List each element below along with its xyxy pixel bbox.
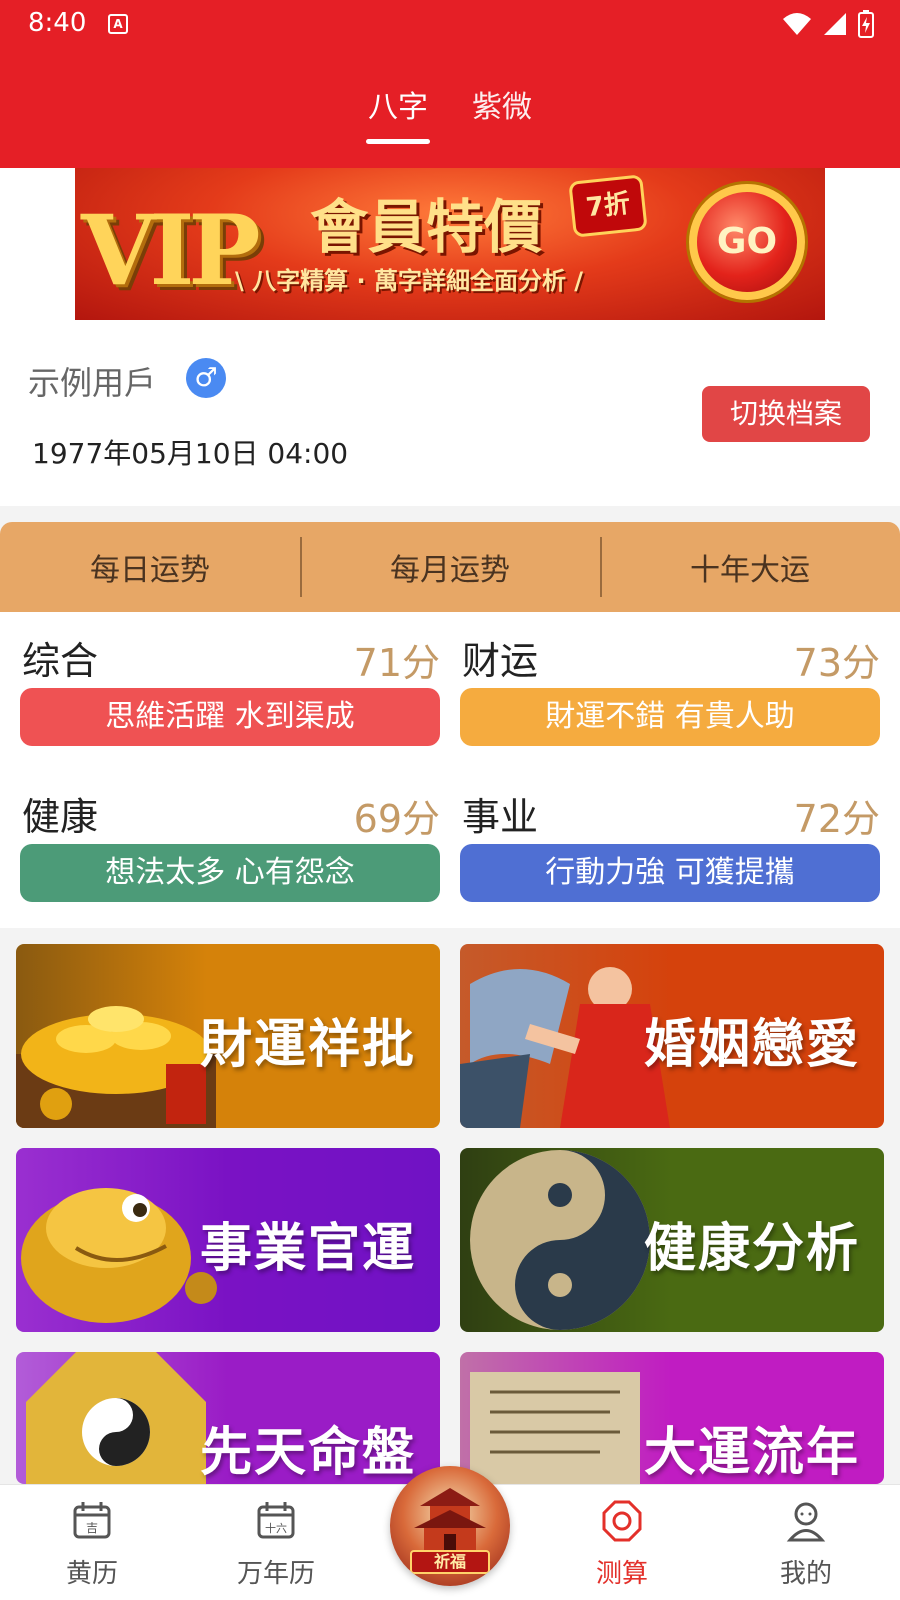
nav-label: 黄历: [65, 1559, 118, 1589]
prayer-button[interactable]: 祈福: [390, 1466, 510, 1586]
tab-ziwei[interactable]: 紫微: [470, 82, 534, 152]
card-career[interactable]: 事業官運: [16, 1148, 440, 1332]
score-title: 财运: [462, 639, 539, 683]
score-title: 综合: [22, 639, 99, 683]
nav-label: 我的: [779, 1559, 832, 1589]
card-health-analysis[interactable]: 健康分析: [460, 1148, 884, 1332]
score-value: 72分: [793, 797, 880, 841]
card-luck-cycles[interactable]: 大運流年: [460, 1352, 884, 1484]
card-natal-chart[interactable]: 先天命盤: [16, 1352, 440, 1484]
nav-almanac[interactable]: 吉 黄历: [32, 1499, 152, 1590]
male-icon: ♂: [186, 358, 226, 398]
battery-icon: [858, 10, 874, 38]
vip-subtitle: \ 八字精算 · 萬字詳細全面分析 /: [235, 267, 584, 295]
status-time: 8:40: [28, 8, 87, 38]
wifi-icon: [783, 13, 811, 35]
tab-ziwei-label: 紫微: [472, 90, 532, 125]
notification-icon: A: [108, 14, 128, 34]
discount-badge: 7折: [568, 174, 648, 238]
nav-label: 测算: [595, 1559, 648, 1589]
score-value: 71分: [353, 641, 440, 685]
user-icon: [786, 1502, 826, 1542]
status-icons: [782, 10, 874, 38]
card-wealth-reading[interactable]: 財運祥批: [16, 944, 440, 1128]
tab-daily-fortune[interactable]: 每日运势: [0, 545, 300, 589]
score-career[interactable]: 事业 72分 行動力強 可獲提攜: [460, 780, 880, 902]
card-label: 財運祥批: [199, 1014, 416, 1075]
score-title: 事业: [462, 795, 539, 839]
nav-profile[interactable]: 我的: [746, 1499, 866, 1590]
svg-text:十六: 十六: [265, 1521, 287, 1535]
tab-bazi[interactable]: 八字: [366, 82, 430, 152]
card-label: 事業官運: [199, 1218, 416, 1279]
score-wealth[interactable]: 财运 73分 財運不錯 有貴人助: [460, 624, 880, 746]
score-summary: 想法太多 心有怨念: [20, 844, 440, 902]
tab-active-indicator: [366, 139, 430, 144]
profile-birth-date: 1977年05月10日 04:00: [32, 437, 349, 470]
nav-label: 万年历: [236, 1559, 315, 1589]
profile-name: 示例用戶: [28, 364, 157, 402]
score-panel: 综合 71分 思維活躍 水到渠成 财运 73分 財運不錯 有貴人助 健康 69分…: [0, 612, 900, 928]
vip-banner-container: VIP 會員特價 7折 \ 八字精算 · 萬字詳細全面分析 / GO: [0, 168, 900, 320]
tab-decade-fortune[interactable]: 十年大运: [600, 537, 900, 597]
header-tabs: 八字 紫微: [0, 82, 900, 152]
vip-title: 會員特價: [310, 193, 543, 261]
card-label: 先天命盤: [199, 1422, 416, 1483]
signal-icon: [824, 13, 846, 35]
vip-logo: VIP: [81, 194, 261, 307]
fortune-tabs: 每日运势 每月运势 十年大运: [0, 522, 900, 612]
perpetual-calendar-icon: 十六: [257, 1502, 295, 1539]
tab-bazi-label: 八字: [368, 90, 428, 125]
svg-text:吉: 吉: [86, 1521, 98, 1535]
vip-go-button[interactable]: GO: [689, 184, 805, 300]
card-label: 婚姻戀愛: [643, 1014, 860, 1075]
score-health[interactable]: 健康 69分 想法太多 心有怨念: [20, 780, 440, 902]
tab-monthly-fortune[interactable]: 每月运势: [300, 537, 600, 597]
card-label: 大運流年: [643, 1422, 860, 1483]
score-title: 健康: [22, 795, 99, 839]
prayer-label: 祈福: [410, 1550, 490, 1574]
score-summary: 思維活躍 水到渠成: [20, 688, 440, 746]
score-summary: 財運不錯 有貴人助: [460, 688, 880, 746]
score-value: 69分: [353, 797, 440, 841]
profile-card: 示例用戶 ♂ 1977年05月10日 04:00 切换档案: [0, 320, 900, 506]
card-love-marriage[interactable]: 婚姻戀愛: [460, 944, 884, 1128]
card-label: 健康分析: [643, 1218, 860, 1279]
score-overall[interactable]: 综合 71分 思維活躍 水到渠成: [20, 624, 440, 746]
app-header: 8:40 A 八字 紫微: [0, 0, 900, 168]
bagua-icon: [602, 1500, 642, 1542]
nav-perpetual-calendar[interactable]: 十六 万年历: [216, 1499, 336, 1590]
score-summary: 行動力強 可獲提攜: [460, 844, 880, 902]
calendar-icon: 吉: [73, 1502, 111, 1539]
score-value: 73分: [793, 641, 880, 685]
vip-banner[interactable]: VIP 會員特價 7折 \ 八字精算 · 萬字詳細全面分析 / GO: [75, 168, 825, 320]
nav-fortune-calc[interactable]: 测算: [562, 1499, 682, 1590]
switch-profile-button[interactable]: 切换档案: [702, 386, 870, 442]
